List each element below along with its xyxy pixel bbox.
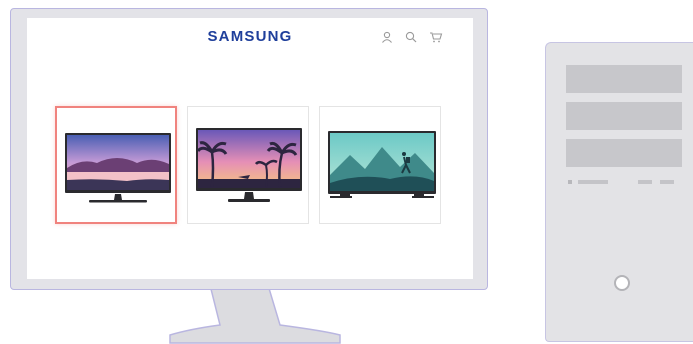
monitor-screen: SAMSUNG: [27, 18, 473, 279]
product-card-tv-palm-sunset[interactable]: [187, 106, 309, 224]
drive-bay: [566, 139, 682, 167]
indicator-slot: [660, 180, 674, 184]
indicator-slot: [638, 180, 652, 184]
user-icon[interactable]: [380, 30, 394, 44]
cart-icon[interactable]: [429, 30, 443, 44]
product-card-tv-mountain-hiker[interactable]: [319, 106, 441, 224]
tv-palm-sunset-image: [196, 128, 302, 202]
indicator-slot: [578, 180, 608, 184]
indicator-light: [568, 180, 572, 184]
search-icon[interactable]: [404, 30, 418, 44]
pc-tower: [545, 42, 693, 342]
power-button[interactable]: [614, 275, 630, 291]
monitor-stand: [169, 285, 341, 344]
tv-lake-sunset-image: [65, 133, 171, 203]
product-card-tv-lake-sunset[interactable]: [55, 106, 177, 224]
drive-bay: [566, 65, 682, 93]
tv-mountain-hiker-image: [328, 131, 436, 198]
drive-bay: [566, 102, 682, 130]
